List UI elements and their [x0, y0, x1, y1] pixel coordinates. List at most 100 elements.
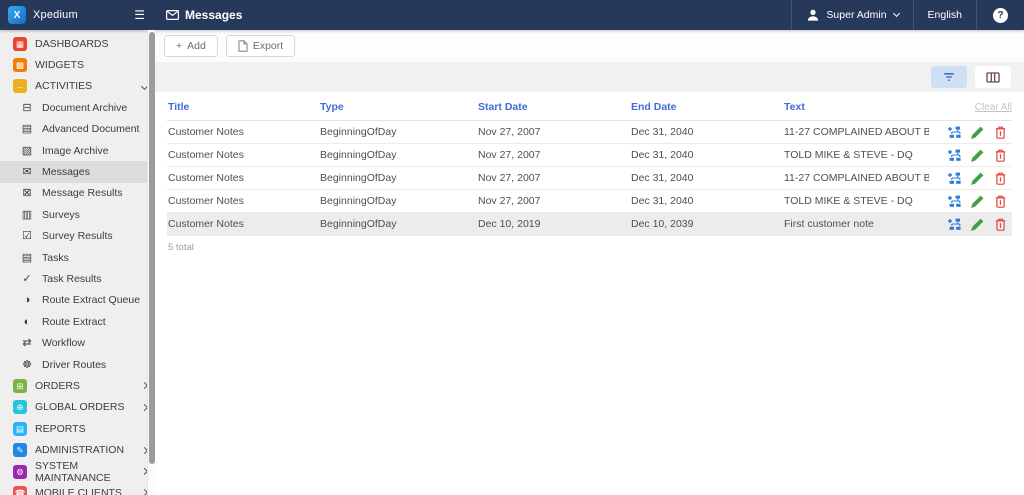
sidebar-item-icon: ▤: [21, 123, 33, 136]
total-count: 5 total: [168, 242, 194, 253]
sidebar-item[interactable]: ▤ Advanced Document: [0, 119, 155, 140]
sidebar-item-label: MOBILE CLIENTS: [35, 486, 122, 495]
column-header[interactable]: Start Date: [477, 92, 630, 121]
column-header[interactable]: Text: [783, 92, 929, 121]
row-delete-button[interactable]: [990, 147, 1010, 163]
cell-end-date: Dec 10, 2039: [630, 212, 783, 236]
sidebar-item-label: Route Extract: [42, 315, 106, 328]
sidebar-item-label: Task Results: [42, 272, 102, 285]
table-row[interactable]: Customer Notes BeginningOfDay Nov 27, 20…: [167, 166, 1012, 190]
sidebar-item[interactable]: ☸ Driver Routes: [0, 354, 155, 375]
menu-toggle-icon[interactable]: ☰: [134, 8, 145, 22]
app-logo[interactable]: X: [8, 6, 26, 24]
sidebar-item-icon: ⊠: [22, 187, 32, 200]
row-assign-button[interactable]: [944, 193, 964, 209]
sidebar-item-icon: ☎: [13, 485, 27, 495]
cell-title: Customer Notes: [167, 120, 319, 144]
sidebar-item[interactable]: ✓ Task Results: [0, 268, 155, 289]
sidebar-item[interactable]: ✎ ADMINISTRATION: [0, 439, 155, 460]
sidebar-item-label: DASHBOARDS: [35, 37, 109, 50]
columns-button[interactable]: [975, 66, 1011, 88]
sidebar-item[interactable]: ⇄ Workflow: [0, 332, 155, 353]
cell-title: Customer Notes: [167, 212, 319, 236]
table-row[interactable]: Customer Notes BeginningOfDay Dec 10, 20…: [167, 212, 1012, 236]
filter-bar: [155, 62, 1024, 92]
cell-end-date: Dec 31, 2040: [630, 189, 783, 213]
add-button[interactable]: + Add: [164, 35, 218, 57]
row-edit-button[interactable]: [967, 193, 987, 209]
language-selector[interactable]: English: [912, 0, 976, 30]
sidebar-item[interactable]: ☑ Survey Results: [0, 226, 155, 247]
sidebar-item[interactable]: ◑ Route Extract Queue: [0, 290, 155, 311]
main-content: + Add Export Title Type Start Date End D…: [155, 30, 1024, 495]
user-menu[interactable]: Super Admin: [791, 0, 912, 30]
row-edit-button[interactable]: [967, 147, 987, 163]
sidebar-item-icon: ▤: [13, 421, 27, 436]
row-assign-button[interactable]: [944, 170, 964, 186]
messages-table-wrap: Title Type Start Date End Date Text Clea…: [155, 92, 1024, 253]
column-header[interactable]: Type: [319, 92, 477, 121]
table-row[interactable]: Customer Notes BeginningOfDay Nov 27, 20…: [167, 143, 1012, 167]
sidebar-item[interactable]: ▤ REPORTS: [0, 418, 155, 439]
sidebar-item-icon: ▥: [21, 208, 33, 221]
sidebar-item-label: ADMINISTRATION: [35, 444, 125, 457]
sidebar-item-label: ORDERS: [35, 379, 80, 392]
sitemap-plus-icon: [948, 195, 961, 207]
navbar-right: Super Admin English ?: [791, 0, 1024, 30]
page-header: Messages: [166, 8, 242, 22]
sidebar-item-icon: ▩: [13, 58, 27, 73]
filter-button[interactable]: [931, 66, 967, 88]
sidebar-item[interactable]: ▩ WIDGETS: [0, 54, 155, 75]
sidebar-item[interactable]: ⊠ Message Results: [0, 183, 155, 204]
cell-actions: [929, 166, 1012, 190]
row-delete-button[interactable]: [990, 216, 1010, 232]
sidebar-scrollbar-thumb[interactable]: [149, 32, 155, 465]
column-header[interactable]: Title: [167, 92, 319, 121]
row-assign-button[interactable]: [944, 147, 964, 163]
table-row[interactable]: Customer Notes BeginningOfDay Nov 27, 20…: [167, 120, 1012, 144]
columns-icon: [986, 71, 1000, 83]
sidebar-item[interactable]: ▤ Tasks: [0, 247, 155, 268]
sidebar-item-label: Message Results: [42, 187, 123, 200]
sidebar-item[interactable]: ▦ DASHBOARDS: [0, 33, 155, 54]
cell-title: Customer Notes: [167, 189, 319, 213]
row-assign-button[interactable]: [944, 124, 964, 140]
sidebar-item[interactable]: ◐ Route Extract: [0, 311, 155, 332]
row-edit-button[interactable]: [967, 216, 987, 232]
column-header[interactable]: End Date: [630, 92, 783, 121]
cell-type: BeginningOfDay: [319, 189, 477, 213]
row-delete-button[interactable]: [990, 124, 1010, 140]
sidebar-item-icon: ▦: [13, 36, 27, 51]
row-edit-button[interactable]: [967, 170, 987, 186]
sidebar-item[interactable]: ⊕ GLOBAL ORDERS: [0, 397, 155, 418]
sidebar-item-icon: ◐: [23, 315, 31, 328]
sitemap-plus-icon: [948, 126, 961, 138]
cell-end-date: Dec 31, 2040: [630, 120, 783, 144]
row-assign-button[interactable]: [944, 216, 964, 232]
sidebar-item[interactable]: ▧ Image Archive: [0, 140, 155, 161]
sidebar-item[interactable]: ⊞ ORDERS: [0, 375, 155, 396]
filter-icon: [944, 73, 954, 81]
help-button[interactable]: ?: [976, 0, 1024, 30]
sidebar-item-icon: ✎: [13, 443, 27, 458]
row-delete-button[interactable]: [990, 193, 1010, 209]
sidebar-item[interactable]: ⚙ SYSTEM MAINTANANCE: [0, 460, 155, 484]
sidebar-item[interactable]: ✉ Messages: [0, 161, 155, 183]
cell-end-date: Dec 31, 2040: [630, 143, 783, 167]
row-edit-button[interactable]: [967, 124, 987, 140]
row-delete-button[interactable]: [990, 170, 1010, 186]
table-row[interactable]: Customer Notes BeginningOfDay Nov 27, 20…: [167, 189, 1012, 213]
sidebar-item[interactable]: ▥ Surveys: [0, 204, 155, 225]
export-button[interactable]: Export: [225, 35, 296, 57]
sidebar-item[interactable]: ☎ MOBILE CLIENTS: [0, 482, 155, 495]
trash-icon: [995, 172, 1005, 185]
sidebar-item-icon: ⊟: [22, 101, 32, 114]
plus-icon: +: [176, 40, 183, 52]
sitemap-plus-icon: [948, 149, 961, 161]
sidebar-item[interactable]: → ACTIVITIES: [0, 76, 155, 97]
sidebar-item[interactable]: ⊟ Document Archive: [0, 97, 155, 118]
clear-all-link[interactable]: Clear All: [975, 102, 1012, 113]
messages-table: Title Type Start Date End Date Text Clea…: [167, 92, 1012, 236]
sidebar-item-label: Image Archive: [42, 144, 109, 157]
sidebar-item-icon: ☸: [22, 358, 32, 371]
